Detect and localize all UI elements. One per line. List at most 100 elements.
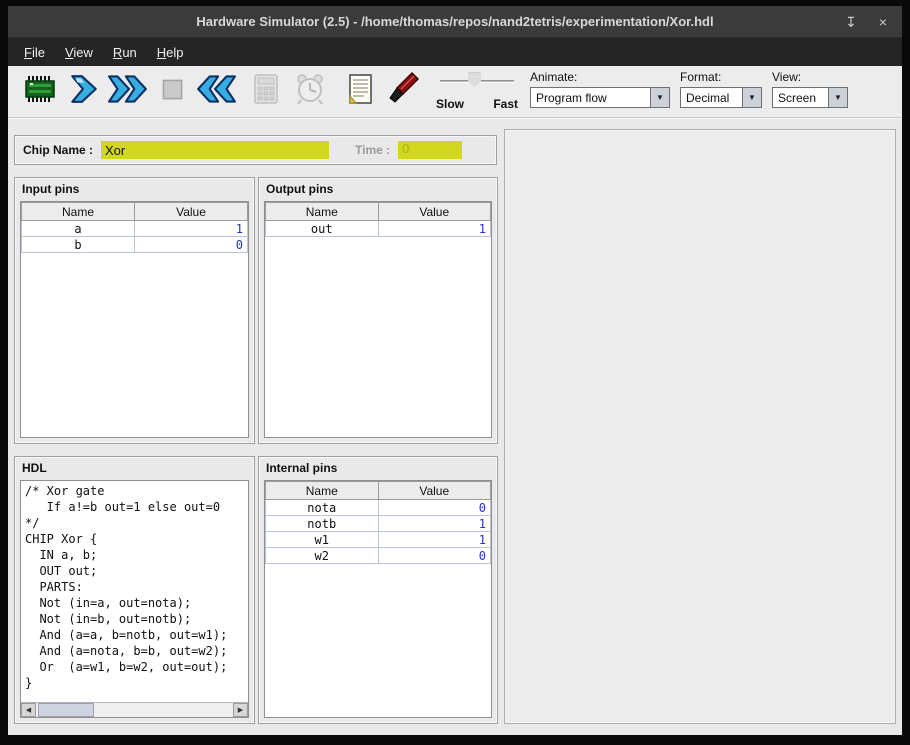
load-chip-button[interactable] [18, 70, 62, 114]
hardware-simulator-window: Hardware Simulator (2.5) - /home/thomas/… [8, 6, 902, 735]
scroll-left-icon[interactable]: ◀ [21, 703, 36, 717]
calculator-button[interactable] [244, 70, 288, 114]
pin-value[interactable]: 0 [135, 237, 248, 253]
rewind-icon [195, 73, 237, 110]
pin-name: notb [266, 516, 379, 532]
view-group: View: Screen ▼ [772, 70, 848, 114]
pin-name: w2 [266, 548, 379, 564]
paintbrush-icon [386, 71, 422, 112]
internal-pins-table: Name Value nota 0 notb 1 [264, 480, 492, 718]
table-row: notb 1 [266, 516, 491, 532]
run-button[interactable] [106, 70, 150, 114]
chip-icon [21, 71, 59, 112]
format-select[interactable]: Decimal ▼ [680, 87, 762, 108]
fast-forward-icon [107, 73, 149, 110]
pin-name: nota [266, 500, 379, 516]
input-pins-title: Input pins [15, 178, 254, 199]
hdl-title: HDL [15, 457, 254, 478]
table-row: a 1 [22, 221, 248, 237]
input-pins-panel: Input pins Name Value a 1 [14, 177, 255, 444]
stop-button[interactable] [150, 70, 194, 114]
output-pins-title: Output pins [259, 178, 497, 199]
single-step-button[interactable] [62, 70, 106, 114]
speed-slider[interactable]: Slow Fast [436, 71, 518, 113]
table-row: w1 1 [266, 532, 491, 548]
pin-value[interactable]: 0 [378, 500, 491, 516]
format-group: Format: Decimal ▼ [680, 70, 762, 114]
time-value: 0 [398, 141, 462, 159]
column-header-value: Value [378, 203, 491, 221]
input-pins-table: Name Value a 1 b 0 [20, 201, 249, 438]
animate-group: Animate: Program flow ▼ [530, 70, 670, 114]
view-hdl-button[interactable] [338, 70, 382, 114]
chip-name-label: Chip Name : [23, 143, 93, 157]
hdl-viewer: /* Xor gate If a!=b out=1 else out=0 */ … [20, 480, 249, 718]
main-content: Chip Name : Time : 0 Input pins Name Val… [8, 118, 902, 735]
animate-select[interactable]: Program flow ▼ [530, 87, 670, 108]
scroll-right-icon[interactable]: ▶ [233, 703, 248, 717]
reset-button[interactable] [194, 70, 238, 114]
fast-label: Fast [493, 97, 518, 111]
column-header-name: Name [22, 203, 135, 221]
view-select[interactable]: Screen ▼ [772, 87, 848, 108]
column-header-value: Value [378, 482, 491, 500]
clear-button[interactable] [382, 70, 426, 114]
chevron-down-icon[interactable]: ▼ [742, 88, 761, 107]
column-header-name: Name [266, 203, 379, 221]
minimize-button[interactable]: ↧ [842, 14, 860, 31]
scrollbar-track[interactable] [36, 703, 233, 717]
format-label: Format: [680, 70, 762, 84]
close-button[interactable]: × [874, 14, 892, 30]
menu-file[interactable]: File [14, 40, 55, 65]
table-row: b 0 [22, 237, 248, 253]
pin-value[interactable]: 1 [378, 516, 491, 532]
pin-name: b [22, 237, 135, 253]
pin-name: a [22, 221, 135, 237]
animate-value: Program flow [531, 88, 650, 107]
menu-run[interactable]: Run [103, 40, 147, 65]
column-header-name: Name [266, 482, 379, 500]
hdl-horizontal-scrollbar[interactable]: ◀ ▶ [21, 702, 248, 717]
slider-thumb[interactable] [468, 73, 481, 88]
column-header-value: Value [135, 203, 248, 221]
output-pins-table: Name Value out 1 [264, 201, 492, 438]
hdl-code: /* Xor gate If a!=b out=1 else out=0 */ … [21, 481, 248, 702]
output-pins-panel: Output pins Name Value out 1 [258, 177, 498, 444]
window-title: Hardware Simulator (2.5) - /home/thomas/… [196, 14, 713, 29]
script-icon [342, 71, 378, 112]
chevron-down-icon[interactable]: ▼ [828, 88, 847, 107]
internal-pins-title: Internal pins [259, 457, 497, 478]
screen-display-panel [504, 129, 896, 724]
window-controls: ↧ × [842, 6, 892, 38]
slider-labels: Slow Fast [436, 97, 518, 111]
pin-value[interactable]: 0 [378, 548, 491, 564]
internal-pins-panel: Internal pins Name Value nota 0 [258, 456, 498, 724]
menu-view[interactable]: View [55, 40, 103, 65]
stop-icon [156, 73, 188, 110]
slow-label: Slow [436, 97, 464, 111]
hdl-panel: HDL /* Xor gate If a!=b out=1 else out=0… [14, 456, 255, 724]
pin-name: w1 [266, 532, 379, 548]
view-value: Screen [773, 88, 828, 107]
title-bar[interactable]: Hardware Simulator (2.5) - /home/thomas/… [8, 6, 902, 38]
view-label: View: [772, 70, 848, 84]
menu-bar: File View Run Help [8, 38, 902, 66]
format-value: Decimal [681, 88, 742, 107]
pin-name: out [266, 221, 379, 237]
clock-icon [292, 71, 328, 112]
table-row: w2 0 [266, 548, 491, 564]
chip-name-bar: Chip Name : Time : 0 [14, 135, 497, 165]
scrollbar-thumb[interactable] [38, 703, 94, 717]
pin-value[interactable]: 1 [135, 221, 248, 237]
menu-help[interactable]: Help [147, 40, 194, 65]
toolbar: Slow Fast Animate: Program flow ▼ Format… [8, 66, 902, 118]
table-row: nota 0 [266, 500, 491, 516]
animate-label: Animate: [530, 70, 670, 84]
clock-button[interactable] [288, 70, 332, 114]
table-row: out 1 [266, 221, 491, 237]
pin-value[interactable]: 1 [378, 221, 491, 237]
pin-value[interactable]: 1 [378, 532, 491, 548]
chip-name-input[interactable] [101, 141, 329, 159]
single-step-icon [69, 73, 99, 110]
chevron-down-icon[interactable]: ▼ [650, 88, 669, 107]
